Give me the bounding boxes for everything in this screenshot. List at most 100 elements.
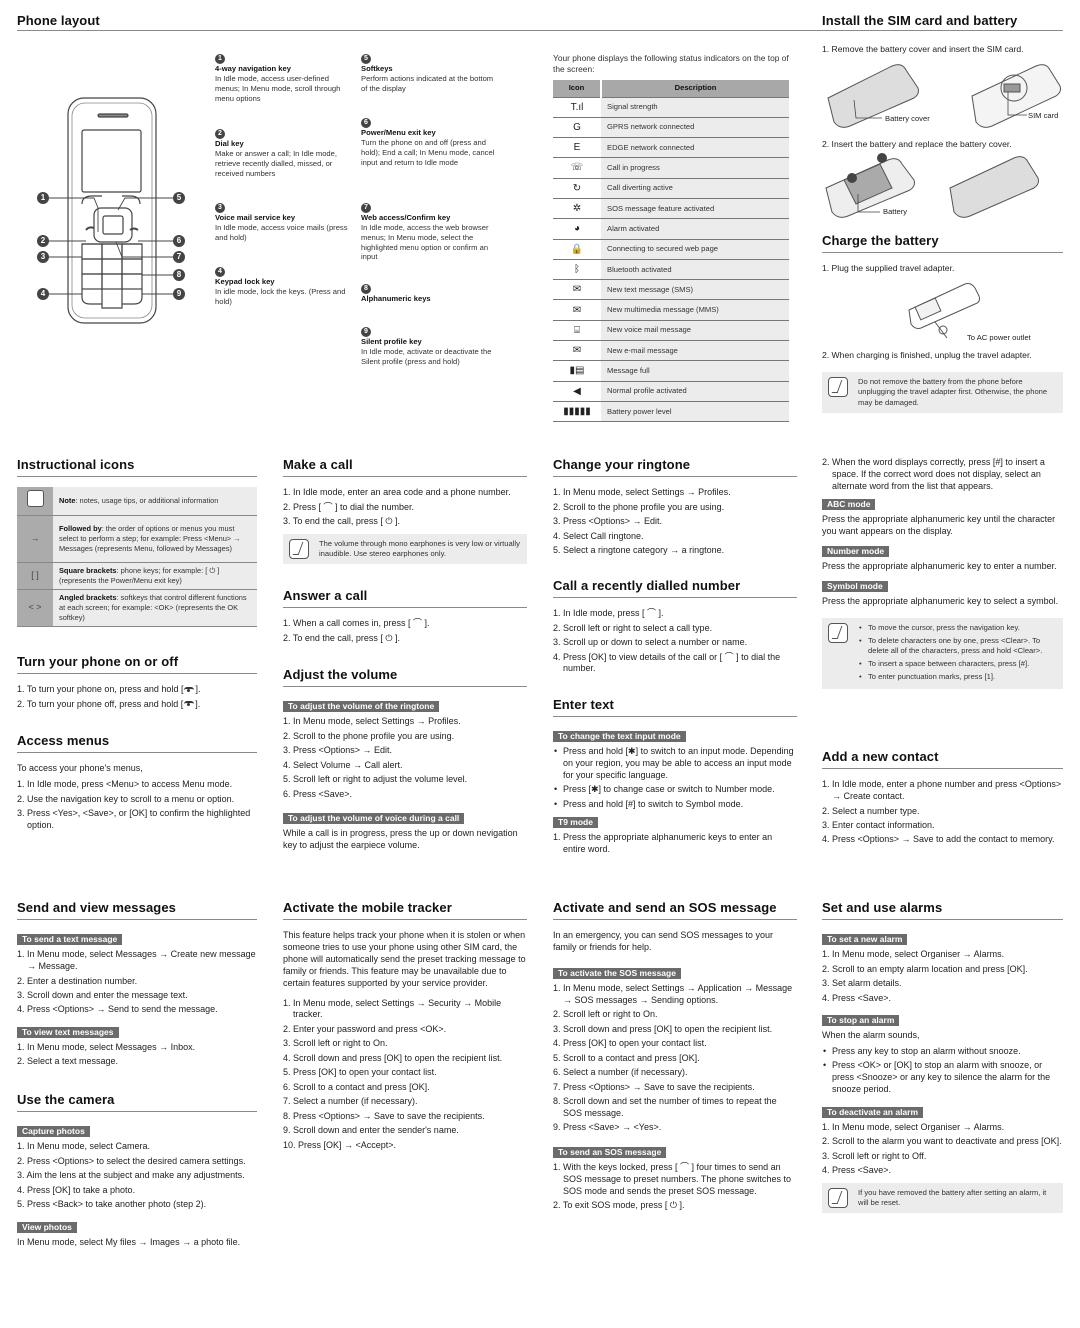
alarm-note: If you have removed the battery after se… <box>822 1182 1063 1214</box>
instr-row: Angled brackets: softkeys that control d… <box>53 589 257 627</box>
status-row: ◀ Normal profile activated <box>553 381 789 402</box>
alarm-icon: ◕ <box>553 218 601 240</box>
body-text: Press the appropriate alphanumeric key t… <box>822 560 1057 571</box>
step: 1. In Menu mode, select Organiser → Alar… <box>822 949 1005 960</box>
step: 5. Select a ringtone category → a ringto… <box>553 545 725 556</box>
access-menus-section: Access menus To access your phone's menu… <box>17 732 257 834</box>
status-description: New e-mail message <box>601 340 789 362</box>
section-title: Enter text <box>553 696 797 718</box>
bullet-item: To insert a space between characters, pr… <box>858 659 1057 670</box>
battery-icon: ▮▮▮▮▮ <box>553 401 601 423</box>
key-number: 2 <box>215 129 225 139</box>
key-number: 6 <box>361 118 371 128</box>
step: 4. Press <Options> → Send to send the me… <box>17 1004 218 1015</box>
step: 1. When a call comes in, press [ ⌒ ]. <box>283 618 430 629</box>
step: 1. In Menu mode, select Settings → Appli… <box>553 982 793 1005</box>
step: 4. Scroll down and press [OK] to open th… <box>283 1052 503 1063</box>
step: 3. Enter contact information. <box>822 819 935 830</box>
subheading: To view text messages <box>17 1026 119 1038</box>
bullet-item: To enter punctuation marks, press [1]. <box>858 672 1057 683</box>
subheading: Number mode <box>822 545 890 557</box>
callout-8: 8 <box>173 269 185 281</box>
key-desc-6: 6 Power/Menu exit key Turn the phone on an… <box>361 117 496 167</box>
step: 2. Select a text message. <box>17 1056 119 1067</box>
step: 2. Enter your password and press <OK>. <box>283 1023 447 1034</box>
messages-section: Send and view messages To send a text me… <box>17 899 257 1071</box>
callout-4: 4 <box>37 288 49 300</box>
status-description: Connecting to secured web page <box>601 239 789 260</box>
key-desc-4: 4 Keypad lock key In idle mode, lock the k… <box>215 266 350 307</box>
note-icon <box>289 538 309 559</box>
key-description: In Idle mode, access user-defined menus;… <box>215 73 341 103</box>
step: 2. To exit SOS mode, press [ ⏻ ]. <box>553 1200 685 1211</box>
key-number: 7 <box>361 203 371 213</box>
step: 1. With the keys locked, press [ ⌒ ] fou… <box>553 1161 791 1196</box>
section-title: Use the camera <box>17 1091 257 1113</box>
step-list: 1. In Menu mode, select Organiser → Alar… <box>822 1122 1063 1177</box>
step: 2. Enter a destination number. <box>17 975 138 986</box>
intro-text: To access your phone's menus, <box>17 763 143 774</box>
step: 5. Scroll to a contact and press [OK]. <box>553 1052 700 1063</box>
turn-on-off-section: Turn your phone on or off 1. To turn you… <box>17 653 257 713</box>
signal-strength-icon: T.ıl <box>553 97 601 118</box>
step: 2. To end the call, press [ ⏻ ]. <box>283 632 401 643</box>
instr-row: Followed by: the order of options or men… <box>53 515 257 563</box>
step: 4. Press <Save>. <box>822 1165 892 1175</box>
subheading: To set a new alarm <box>822 934 908 946</box>
subheading: To stop an alarm <box>822 1015 900 1027</box>
voicemail-icon: ⌸ <box>553 320 601 342</box>
step: 1. In Menu mode, select Messages → Inbox… <box>17 1041 196 1052</box>
key-number: 5 <box>361 54 371 64</box>
status-row: ✲ SOS message feature activated <box>553 198 789 220</box>
note-icon <box>828 1187 848 1208</box>
note-text: If you have removed the battery after se… <box>858 1187 1047 1208</box>
status-row: 🔒 Connecting to secured web page <box>553 239 789 260</box>
step: 4. Press [OK] to take a photo. <box>17 1184 136 1195</box>
tracker-section: Activate the mobile tracker This feature… <box>283 899 527 1154</box>
step: 2. Scroll left or right to On. <box>553 1009 658 1020</box>
key-description: In Idle mode, access the web browser men… <box>361 222 489 262</box>
add-contact-section: Add a new contact 1. In Idle mode, enter… <box>822 748 1063 849</box>
status-description: Message full <box>601 360 789 382</box>
body-text: This feature helps track your phone when… <box>283 930 526 988</box>
step: 4. Press [OK] to open your contact list. <box>553 1038 707 1049</box>
step: 5. Press [OK] to open your contact list. <box>283 1067 437 1078</box>
body-text: Press the appropriate alphanumeric key u… <box>822 514 1056 537</box>
status-row: ▮▤ Message full <box>553 360 789 382</box>
step-list: 1. In Idle mode, enter a phone number an… <box>822 779 1063 846</box>
status-row: ✉ New e-mail message <box>553 340 789 362</box>
bullet-item: Press and hold [#] to switch to Symbol m… <box>553 799 797 811</box>
step-list: 1. In Menu mode, select Camera. 2. Press … <box>17 1141 257 1211</box>
status-description: Normal profile activated <box>601 381 789 402</box>
status-description: New multimedia message (MMS) <box>601 299 789 321</box>
step: 1. In Menu mode, select Organiser → Alar… <box>822 1121 1005 1132</box>
step: 5. Press <Back> to take another photo (s… <box>17 1199 207 1210</box>
key-title: Alphanumeric keys <box>361 294 431 303</box>
power-key-icon <box>184 701 195 707</box>
label-sim-card: SIM card <box>1028 111 1059 120</box>
step: 4. Press <Save>. <box>822 992 892 1003</box>
section-title: Instructional icons <box>17 456 257 478</box>
status-description: GPRS network connected <box>601 117 789 139</box>
col-icon: Icon <box>553 80 602 98</box>
step-list: 1. In Menu mode, select Organiser → Alar… <box>822 949 1063 1004</box>
step: 2. When the word displays correctly, pre… <box>822 457 1045 491</box>
key-number: 4 <box>215 267 225 277</box>
callout-1: 1 <box>37 192 49 204</box>
key-description: In idle mode, lock the keys. (Press and … <box>215 286 346 306</box>
key-number: 3 <box>215 203 225 213</box>
section-title: Add a new contact <box>822 748 1063 770</box>
section-title: Activate the mobile tracker <box>283 899 527 921</box>
answer-call-section: Answer a call 1. When a call comes in, p… <box>283 587 527 647</box>
key-desc-7: 7 Web access/Confirm key In Idle mode, acc… <box>361 202 496 262</box>
step: 2. Press <Options> to select the desired… <box>17 1155 246 1166</box>
note-icon <box>828 622 848 643</box>
step: 1. In Menu mode, select Settings → Profi… <box>283 716 461 727</box>
key-description: Make or answer a call; In Idle mode, ret… <box>215 148 337 178</box>
bullet-list: Press and hold [✱] to switch to an input… <box>553 746 797 811</box>
label-battery-cover: Battery cover <box>885 114 930 123</box>
callout-7: 7 <box>173 251 185 263</box>
make-call-section: Make a call 1. In Idle mode, enter an ar… <box>283 456 527 565</box>
adjust-volume-section: Adjust the volume To adjust the volume o… <box>283 666 527 856</box>
sos-section: Activate and send an SOS message In an e… <box>553 899 797 1215</box>
